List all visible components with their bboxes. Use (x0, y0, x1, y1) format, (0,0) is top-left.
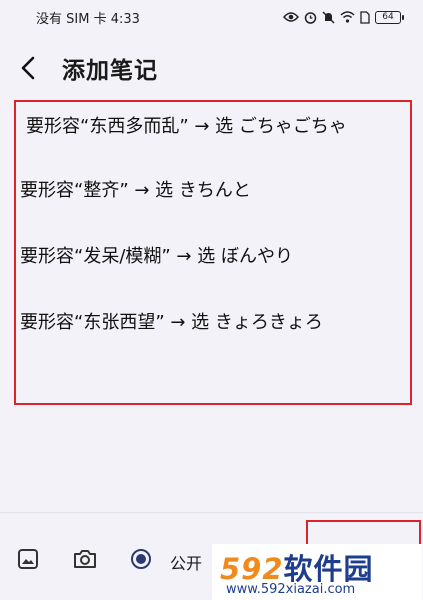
page-title: 添加笔记 (62, 58, 158, 84)
note-editor[interactable]: 要形容“东西多而乱” → 选 ごちゃごちゃ 要形容“整齐” → 选 きちんと 要… (14, 100, 412, 405)
public-label[interactable]: 公开 (170, 550, 202, 574)
carrier-time: 没有 SIM 卡 4:33 (36, 11, 140, 27)
header: 添加笔记 (0, 44, 423, 92)
image-icon (18, 549, 38, 569)
chevron-left-icon (21, 56, 35, 80)
watermark-text: 软件园 (283, 552, 374, 586)
radio-icon (131, 549, 151, 569)
camera-icon (74, 550, 96, 568)
alarm-icon (304, 11, 317, 24)
note-line: 要形容“发呆/模糊” → 选 ぼんやり (20, 246, 293, 267)
camera-button[interactable] (69, 543, 101, 575)
watermark-url: www.592xiazai.com (226, 582, 356, 597)
battery-icon: 64 (375, 10, 404, 24)
watermark: 592软件园 www.592xiazai.com (212, 544, 422, 600)
watermark-number: 592 (220, 552, 284, 586)
public-radio[interactable] (125, 543, 157, 575)
status-bar: 没有 SIM 卡 4:33 64 (0, 0, 423, 34)
note-line: 要形容“东张西望” → 选 きょろきょろ (20, 312, 323, 333)
back-button[interactable] (0, 44, 56, 92)
eye-icon (283, 12, 299, 22)
status-icons: 64 (283, 10, 404, 24)
note-line: 要形容“东西多而乱” → 选 ごちゃごちゃ (26, 116, 347, 137)
mute-bell-icon (322, 10, 335, 24)
wifi-icon (340, 11, 355, 23)
note-line: 要形容“整齐” → 选 きちんと (20, 180, 251, 201)
sim-icon (360, 10, 370, 24)
insert-image-button[interactable] (12, 543, 44, 575)
